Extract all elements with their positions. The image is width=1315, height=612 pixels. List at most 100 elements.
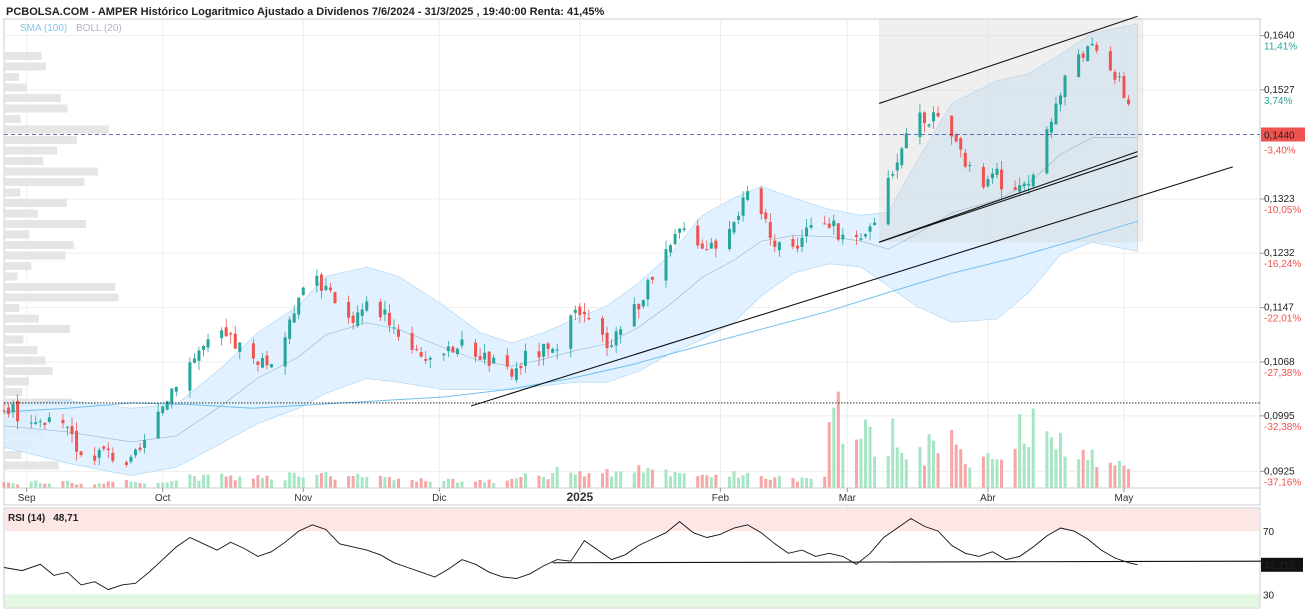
- candle-body: [827, 223, 831, 228]
- candle-body: [197, 350, 201, 361]
- candle-body: [188, 362, 192, 391]
- volume-bar: [610, 476, 614, 488]
- volume-bar: [415, 481, 419, 488]
- candle-body: [38, 421, 42, 423]
- time-tick-label: 2025: [567, 490, 594, 504]
- candle-body: [351, 315, 355, 323]
- candle-body: [841, 234, 845, 240]
- volume-bar: [351, 475, 355, 488]
- volume-bar: [873, 456, 877, 488]
- volume-bar: [1086, 459, 1090, 488]
- candle-body: [61, 419, 65, 424]
- volume-bar: [419, 478, 423, 488]
- price-tick-label: 0,0995: [1264, 411, 1295, 422]
- candle-body: [868, 226, 872, 232]
- volume-bar: [523, 473, 527, 488]
- candle-body: [1081, 53, 1085, 58]
- candle-body: [904, 133, 908, 149]
- volume-bar: [927, 434, 931, 488]
- volume-bar: [47, 483, 51, 488]
- candle-body: [950, 115, 954, 137]
- volume-bar: [1127, 469, 1131, 488]
- time-axis: Sep Oct Nov Dic 2025 Feb Mar Abr May: [3, 487, 1261, 506]
- volume-bar: [424, 481, 428, 488]
- candle-body: [1049, 121, 1053, 133]
- volume-bar: [292, 472, 296, 488]
- volume-bar: [827, 422, 831, 488]
- volume-bar: [705, 475, 709, 488]
- candle-body: [102, 446, 106, 449]
- volume-bar: [555, 467, 559, 488]
- volume-bar: [918, 447, 922, 488]
- volume-bar: [614, 471, 618, 488]
- volume-bar: [79, 483, 83, 488]
- time-tick-label: Sep: [18, 493, 36, 504]
- volume-profile-bar: [4, 125, 109, 134]
- volume-bar: [519, 476, 523, 488]
- volume-bar: [220, 473, 224, 488]
- price-tick-label: 0,1147: [1264, 303, 1294, 314]
- volume-bar: [383, 477, 387, 488]
- volume-bar: [97, 483, 101, 488]
- volume-bar: [1113, 465, 1117, 488]
- candle-body: [823, 223, 827, 225]
- candle-body: [387, 312, 391, 326]
- volume-bar: [1000, 459, 1004, 488]
- volume-bar: [265, 475, 269, 488]
- volume-bar: [768, 479, 772, 488]
- volume-profile-bar: [4, 272, 18, 281]
- candle-body: [161, 406, 165, 414]
- legend-sma[interactable]: SMA (100): [20, 23, 67, 34]
- candle-body: [836, 223, 840, 240]
- candle-body: [455, 348, 459, 355]
- volume-bar: [61, 481, 65, 488]
- time-tick-label: Feb: [712, 493, 730, 504]
- volume-bar: [601, 473, 605, 488]
- candle-body: [451, 346, 455, 353]
- volume-bar: [34, 480, 38, 488]
- candle-body: [601, 318, 605, 335]
- volume-bar: [2, 481, 6, 488]
- volume-bar: [700, 474, 704, 488]
- volume-profile-bar: [4, 94, 61, 102]
- candle-body: [65, 426, 69, 428]
- candle-body: [759, 188, 763, 214]
- rsi-value-label: 48,713: [1264, 561, 1295, 572]
- volume-bar: [1049, 437, 1053, 488]
- volume-bar: [29, 481, 33, 488]
- candle-body: [981, 166, 985, 188]
- legend-boll[interactable]: BOLL (20): [76, 23, 122, 34]
- volume-bar: [737, 477, 741, 488]
- volume-bar: [773, 477, 777, 488]
- candle-body: [70, 426, 74, 435]
- candle-body: [442, 353, 446, 356]
- candle-body: [2, 410, 6, 412]
- volume-bar: [1045, 431, 1049, 488]
- candle-body: [224, 327, 228, 337]
- candle-body: [138, 447, 142, 450]
- volume-bar: [233, 480, 237, 488]
- volume-bar: [161, 482, 165, 488]
- candle-body: [356, 312, 360, 326]
- candle-body: [900, 148, 904, 166]
- candle-body: [986, 179, 990, 187]
- volume-profile-bar: [4, 283, 116, 291]
- candle-body: [791, 238, 795, 247]
- volume-profile-bar: [4, 346, 38, 354]
- price-tick-label: 0,0925: [1264, 466, 1295, 477]
- candle-body: [936, 112, 940, 117]
- candle-body: [678, 228, 682, 233]
- candle-body: [610, 345, 614, 347]
- volume-bar: [669, 476, 673, 488]
- candle-body: [705, 249, 709, 251]
- candle-body: [1045, 129, 1049, 174]
- volume-profile-bar: [4, 188, 21, 197]
- volume-profile-bar: [4, 199, 67, 207]
- rsi-level-label: 70: [1263, 527, 1275, 538]
- volume-bar: [197, 480, 201, 488]
- candle-body: [746, 191, 750, 200]
- volume-bar: [365, 476, 369, 488]
- volume-profile-bar: [4, 83, 27, 92]
- candle-body: [741, 197, 745, 216]
- candle-body: [34, 422, 38, 424]
